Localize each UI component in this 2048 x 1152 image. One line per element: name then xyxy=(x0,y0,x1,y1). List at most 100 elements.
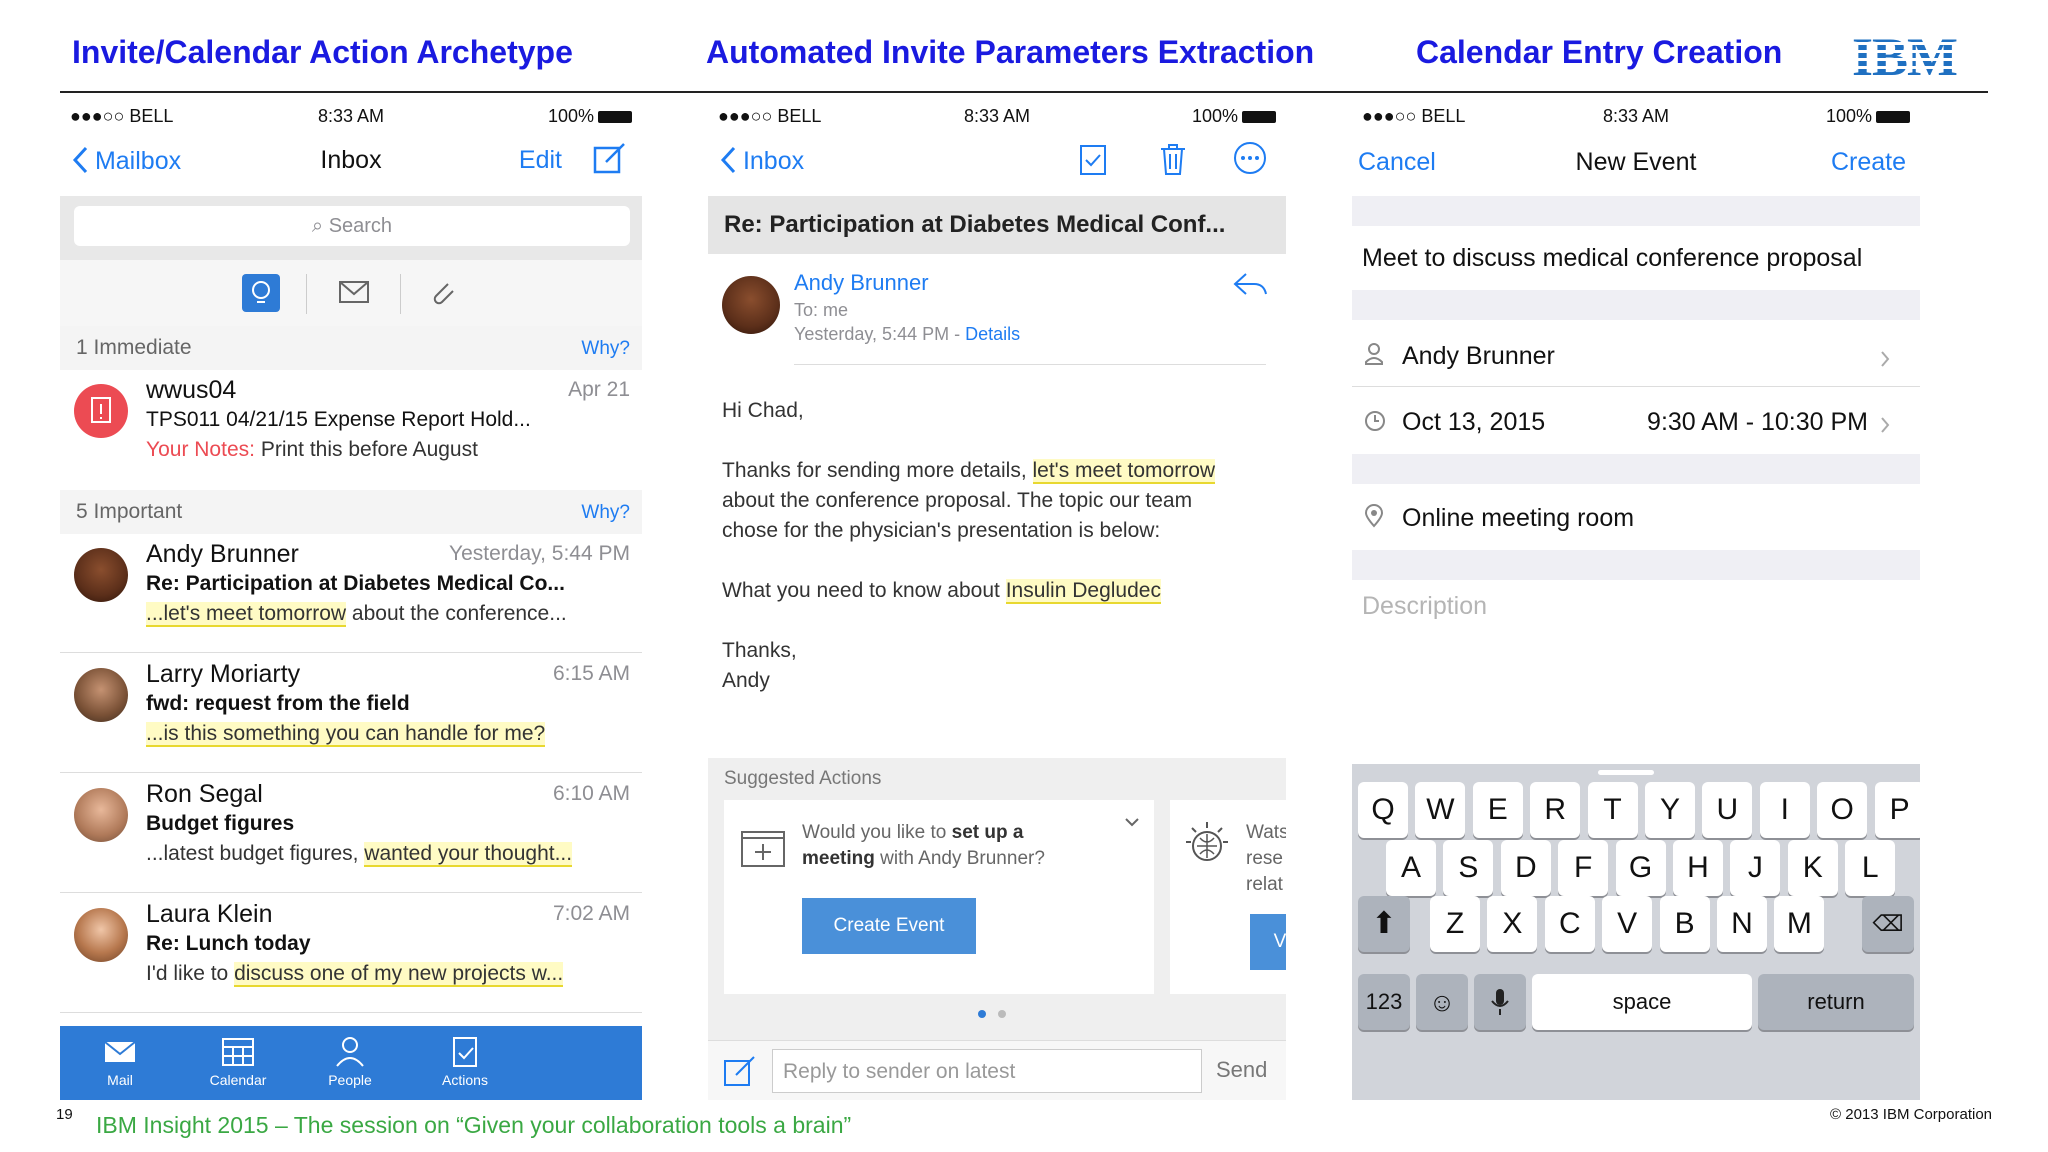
copyright: © 2013 IBM Corporation xyxy=(1830,1106,1992,1123)
action-prompt: Would you like to set up a meeting with … xyxy=(802,822,1045,869)
location-value: Online meeting room xyxy=(1402,504,1635,532)
date-time-row[interactable]: Oct 13, 2015 9:30 AM - 10:30 PM xyxy=(1352,406,1920,450)
detail-navbar: Inbox xyxy=(708,140,1286,190)
invitee-row[interactable]: Andy Brunner xyxy=(1352,340,1920,384)
mail-item[interactable]: Andy Brunner Yesterday, 5:44 PM Re: Part… xyxy=(60,534,642,653)
trash-icon[interactable] xyxy=(1158,142,1188,183)
highlight-phrase: Insulin Degludec xyxy=(1005,579,1161,604)
key-c[interactable]: C xyxy=(1544,896,1595,952)
event-date: Oct 13, 2015 xyxy=(1402,408,1546,436)
edit-button[interactable]: Edit xyxy=(519,146,562,175)
search-input[interactable]: ⌕ Search xyxy=(74,206,630,246)
search-icon: ⌕ xyxy=(311,215,324,237)
key-r[interactable]: R xyxy=(1530,782,1581,838)
description-field[interactable]: Description xyxy=(1362,592,1920,621)
location-row[interactable]: Online meeting room xyxy=(1352,502,1920,546)
paperclip-icon[interactable] xyxy=(428,278,458,313)
key-k[interactable]: K xyxy=(1787,840,1838,896)
return-key[interactable]: return xyxy=(1758,974,1914,1030)
chevron-down-icon[interactable] xyxy=(1124,814,1140,832)
key-n[interactable]: N xyxy=(1717,896,1767,952)
highlight-phrase: let's meet tomorrow xyxy=(1032,459,1216,484)
key-u[interactable]: U xyxy=(1702,782,1753,838)
clipboard-check-icon[interactable] xyxy=(1078,142,1108,183)
emoji-icon[interactable]: ☺ xyxy=(1416,974,1468,1030)
mail-item[interactable]: Laura Klein 7:02 AM Re: Lunch today I'd … xyxy=(60,894,642,1013)
battery-icon xyxy=(1242,111,1276,124)
mail-item[interactable]: Larry Moriarty 6:15 AM fwd: request from… xyxy=(60,654,642,773)
person-icon xyxy=(1364,342,1384,373)
mail-subject: TPS011 04/21/15 Expense Report Hold... xyxy=(146,408,531,431)
mail-from: wwus04 xyxy=(146,376,237,404)
key-j[interactable]: J xyxy=(1730,840,1781,896)
page-number: 19 xyxy=(56,1106,73,1123)
page-dot[interactable] xyxy=(998,1010,1006,1018)
key-i[interactable]: I xyxy=(1759,782,1810,838)
mail-preview: ...latest budget figures, wanted your th… xyxy=(146,842,573,867)
key-m[interactable]: M xyxy=(1774,896,1825,952)
tab-mail[interactable]: Mail xyxy=(60,1034,180,1088)
key-y[interactable]: Y xyxy=(1645,782,1695,838)
space-key[interactable]: space xyxy=(1532,974,1752,1030)
key-h[interactable]: H xyxy=(1673,840,1723,896)
filter-bar xyxy=(60,260,642,327)
more-options-icon[interactable] xyxy=(1232,140,1268,183)
key-o[interactable]: O xyxy=(1817,782,1868,838)
key-x[interactable]: X xyxy=(1487,896,1538,952)
create-button[interactable]: Create xyxy=(1831,148,1906,177)
email-greeting: Hi Chad, xyxy=(722,399,804,422)
mail-item-immediate[interactable]: wwus04 Apr 21 TPS011 04/21/15 Expense Re… xyxy=(60,370,642,491)
lightbulb-icon[interactable] xyxy=(242,274,280,312)
send-button[interactable]: Send xyxy=(1216,1057,1267,1083)
key-w[interactable]: W xyxy=(1415,782,1466,838)
ibm-logo: IBM xyxy=(1852,27,1988,87)
shift-key[interactable]: ⬆ xyxy=(1358,896,1410,952)
why-link[interactable]: Why? xyxy=(581,338,630,360)
action-card: Would you like to set up a meeting with … xyxy=(724,800,1154,994)
backspace-key[interactable]: ⌫ xyxy=(1862,896,1914,952)
reply-icon[interactable] xyxy=(1232,272,1268,303)
reply-input[interactable]: Reply to sender on latest xyxy=(772,1049,1202,1093)
tab-calendar[interactable]: Calendar xyxy=(178,1034,298,1088)
notes-text: Print this before August xyxy=(260,438,478,461)
key-l[interactable]: L xyxy=(1845,840,1896,896)
key-g[interactable]: G xyxy=(1615,840,1666,896)
sender-name[interactable]: Andy Brunner xyxy=(794,270,929,296)
tab-people[interactable]: People xyxy=(290,1034,410,1088)
mail-preview: I'd like to discuss one of my new projec… xyxy=(146,962,564,987)
create-event-button[interactable]: Create Event xyxy=(802,898,976,954)
mail-item[interactable]: Ron Segal 6:10 AM Budget figures ...late… xyxy=(60,774,642,893)
email-line: What you need to know about Insulin Degl… xyxy=(722,579,1161,604)
calendar-add-icon xyxy=(740,828,786,873)
compose-icon[interactable] xyxy=(722,1053,758,1094)
key-v[interactable]: V xyxy=(1602,896,1653,952)
envelope-icon xyxy=(104,1041,136,1062)
envelope-icon[interactable] xyxy=(338,280,370,309)
tab-actions[interactable]: Actions xyxy=(405,1034,525,1088)
watson-button[interactable]: V xyxy=(1250,914,1286,970)
details-link[interactable]: Details xyxy=(965,324,1020,344)
mail-date: 6:15 AM xyxy=(552,662,630,685)
page-dot-active[interactable] xyxy=(978,1010,986,1018)
tab-label: Mail xyxy=(107,1072,133,1088)
key-t[interactable]: T xyxy=(1587,782,1638,838)
key-s[interactable]: S xyxy=(1443,840,1494,896)
title-left: Invite/Calendar Action Archetype xyxy=(72,34,573,70)
action-prompt: Wats rese relat xyxy=(1246,822,1286,895)
key-p[interactable]: P xyxy=(1874,782,1920,838)
event-title-field[interactable]: Meet to discuss medical conference propo… xyxy=(1362,244,1920,273)
microphone-icon[interactable] xyxy=(1474,974,1526,1030)
back-button[interactable]: Inbox xyxy=(720,146,804,176)
compose-icon[interactable] xyxy=(592,140,628,183)
key-q[interactable]: Q xyxy=(1358,782,1408,838)
status-bar: ●●●○○ BELL 8:33 AM 100% xyxy=(1352,100,1920,130)
key-e[interactable]: E xyxy=(1472,782,1523,838)
key-b[interactable]: B xyxy=(1659,896,1710,952)
numbers-key[interactable]: 123 xyxy=(1358,974,1410,1030)
key-z[interactable]: Z xyxy=(1430,896,1480,952)
key-d[interactable]: D xyxy=(1500,840,1551,896)
key-f[interactable]: F xyxy=(1558,840,1609,896)
suggested-actions: Suggested Actions Would you like to set … xyxy=(708,758,1286,1040)
why-link[interactable]: Why? xyxy=(581,502,630,524)
key-a[interactable]: A xyxy=(1386,840,1436,896)
